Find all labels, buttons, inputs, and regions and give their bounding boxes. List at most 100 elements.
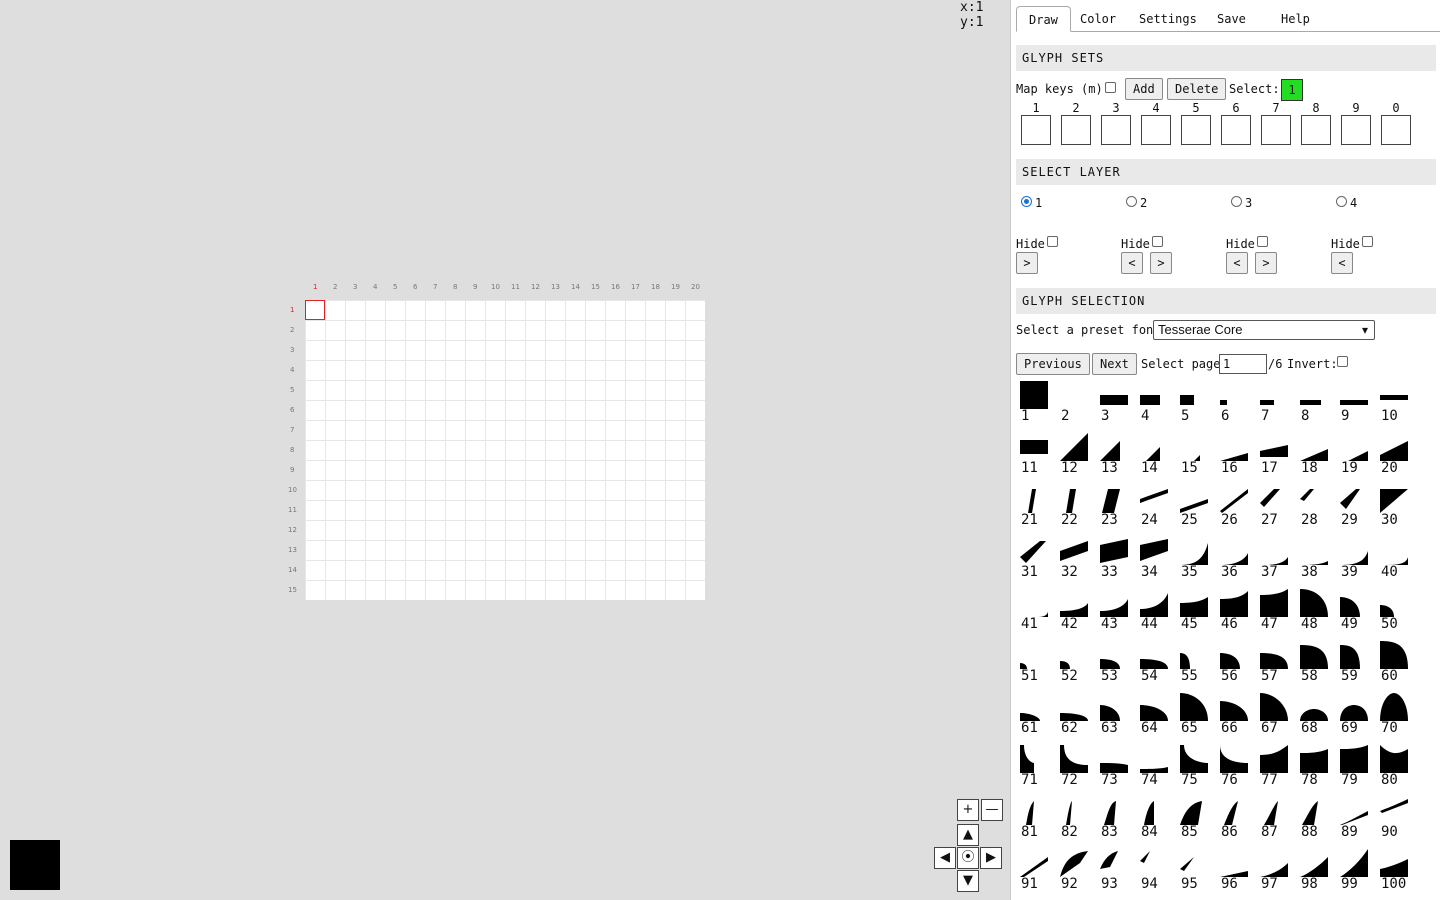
tab-settings[interactable]: Settings (1127, 6, 1209, 32)
glyph-tile[interactable]: 91 (1016, 846, 1056, 898)
glyph-tile[interactable]: 84 (1136, 794, 1176, 846)
drawing-grid[interactable] (305, 300, 705, 600)
move-layer-left-button[interactable]: < (1121, 252, 1143, 274)
glyph-tile[interactable]: 81 (1016, 794, 1056, 846)
move-layer-right-button[interactable]: > (1255, 252, 1277, 274)
glyph-tile[interactable]: 94 (1136, 846, 1176, 898)
add-glyph-set-button[interactable]: Add (1125, 78, 1163, 100)
glyph-tile[interactable]: 15 (1176, 430, 1216, 482)
glyph-tile[interactable]: 27 (1256, 482, 1296, 534)
glyph-tile[interactable]: 58 (1296, 638, 1336, 690)
move-layer-left-button[interactable]: < (1226, 252, 1248, 274)
glyph-tile[interactable]: 11 (1016, 430, 1056, 482)
glyph-tile[interactable]: 8 (1296, 378, 1336, 430)
glyph-tile[interactable]: 26 (1216, 482, 1256, 534)
move-layer-left-button[interactable]: < (1331, 252, 1353, 274)
glyph-tile[interactable]: 48 (1296, 586, 1336, 638)
glyph-tile[interactable]: 52 (1056, 638, 1096, 690)
glyph-tile[interactable]: 60 (1376, 638, 1416, 690)
tab-save[interactable]: Save (1205, 6, 1258, 32)
glyph-tile[interactable]: 1 (1016, 378, 1056, 430)
glyph-tile[interactable]: 57 (1256, 638, 1296, 690)
glyph-tile[interactable]: 66 (1216, 690, 1256, 742)
glyph-tile[interactable]: 35 (1176, 534, 1216, 586)
glyph-tile[interactable]: 75 (1176, 742, 1216, 794)
zoom-out-button[interactable]: — (981, 799, 1003, 821)
glyph-tile[interactable]: 43 (1096, 586, 1136, 638)
glyph-tile[interactable]: 96 (1216, 846, 1256, 898)
glyph-tile[interactable]: 51 (1016, 638, 1056, 690)
glyph-tile[interactable]: 69 (1336, 690, 1376, 742)
preset-font-select[interactable]: Tesserae Core (1153, 320, 1375, 340)
glyph-tile[interactable]: 12 (1056, 430, 1096, 482)
glyph-tile[interactable]: 21 (1016, 482, 1056, 534)
glyph-tile[interactable]: 88 (1296, 794, 1336, 846)
glyph-tile[interactable]: 13 (1096, 430, 1136, 482)
glyph-slot[interactable] (1061, 115, 1091, 145)
glyph-tile[interactable]: 4 (1136, 378, 1176, 430)
layer-radio-4[interactable] (1336, 196, 1347, 207)
glyph-tile[interactable]: 14 (1136, 430, 1176, 482)
glyph-tile[interactable]: 59 (1336, 638, 1376, 690)
glyph-tile[interactable]: 68 (1296, 690, 1336, 742)
glyph-tile[interactable]: 62 (1056, 690, 1096, 742)
glyph-tile[interactable]: 80 (1376, 742, 1416, 794)
glyph-tile[interactable]: 72 (1056, 742, 1096, 794)
glyph-tile[interactable]: 49 (1336, 586, 1376, 638)
glyph-tile[interactable]: 97 (1256, 846, 1296, 898)
glyph-tile[interactable]: 34 (1136, 534, 1176, 586)
glyph-tile[interactable]: 74 (1136, 742, 1176, 794)
glyph-tile[interactable]: 85 (1176, 794, 1216, 846)
glyph-slot[interactable] (1141, 115, 1171, 145)
glyph-tile[interactable]: 20 (1376, 430, 1416, 482)
glyph-set-select-box[interactable]: 1 (1281, 79, 1303, 101)
tab-color[interactable]: Color (1068, 6, 1128, 32)
glyph-tile[interactable]: 45 (1176, 586, 1216, 638)
glyph-tile[interactable]: 89 (1336, 794, 1376, 846)
layer-radio-2[interactable] (1126, 196, 1137, 207)
glyph-tile[interactable]: 87 (1256, 794, 1296, 846)
glyph-tile[interactable]: 38 (1296, 534, 1336, 586)
hide-layer-checkbox[interactable] (1152, 236, 1163, 247)
pan-up-button[interactable]: ▲ (957, 824, 979, 846)
page-number-input[interactable]: 1 (1219, 354, 1267, 374)
glyph-tile[interactable]: 67 (1256, 690, 1296, 742)
glyph-tile[interactable]: 28 (1296, 482, 1336, 534)
pan-right-button[interactable]: ▶ (980, 847, 1002, 869)
current-color-swatch[interactable] (10, 840, 60, 890)
glyph-tile[interactable]: 40 (1376, 534, 1416, 586)
hide-layer-checkbox[interactable] (1257, 236, 1268, 247)
glyph-tile[interactable]: 29 (1336, 482, 1376, 534)
glyph-tile[interactable]: 3 (1096, 378, 1136, 430)
glyph-tile[interactable]: 65 (1176, 690, 1216, 742)
glyph-tile[interactable]: 77 (1256, 742, 1296, 794)
glyph-slot[interactable] (1381, 115, 1411, 145)
glyph-tile[interactable]: 73 (1096, 742, 1136, 794)
glyph-slot[interactable] (1341, 115, 1371, 145)
tab-help[interactable]: Help (1269, 6, 1322, 32)
glyph-slot[interactable] (1021, 115, 1051, 145)
glyph-tile[interactable]: 90 (1376, 794, 1416, 846)
pan-down-button[interactable]: ▼ (957, 870, 979, 892)
move-layer-right-button[interactable]: > (1150, 252, 1172, 274)
hide-layer-checkbox[interactable] (1362, 236, 1373, 247)
glyph-tile[interactable]: 92 (1056, 846, 1096, 898)
glyph-tile[interactable]: 23 (1096, 482, 1136, 534)
glyph-tile[interactable]: 86 (1216, 794, 1256, 846)
glyph-tile[interactable]: 44 (1136, 586, 1176, 638)
delete-glyph-set-button[interactable]: Delete (1167, 78, 1227, 100)
glyph-slot[interactable] (1301, 115, 1331, 145)
glyph-tile[interactable]: 98 (1296, 846, 1336, 898)
glyph-tile[interactable]: 24 (1136, 482, 1176, 534)
glyph-tile[interactable]: 71 (1016, 742, 1056, 794)
glyph-tile[interactable]: 7 (1256, 378, 1296, 430)
previous-page-button[interactable]: Previous (1016, 353, 1090, 375)
glyph-tile[interactable]: 50 (1376, 586, 1416, 638)
hide-layer-checkbox[interactable] (1047, 236, 1058, 247)
glyph-tile[interactable]: 10 (1376, 378, 1416, 430)
glyph-tile[interactable]: 63 (1096, 690, 1136, 742)
glyph-tile[interactable]: 93 (1096, 846, 1136, 898)
glyph-tile[interactable]: 54 (1136, 638, 1176, 690)
glyph-tile[interactable]: 32 (1056, 534, 1096, 586)
glyph-tile[interactable]: 61 (1016, 690, 1056, 742)
